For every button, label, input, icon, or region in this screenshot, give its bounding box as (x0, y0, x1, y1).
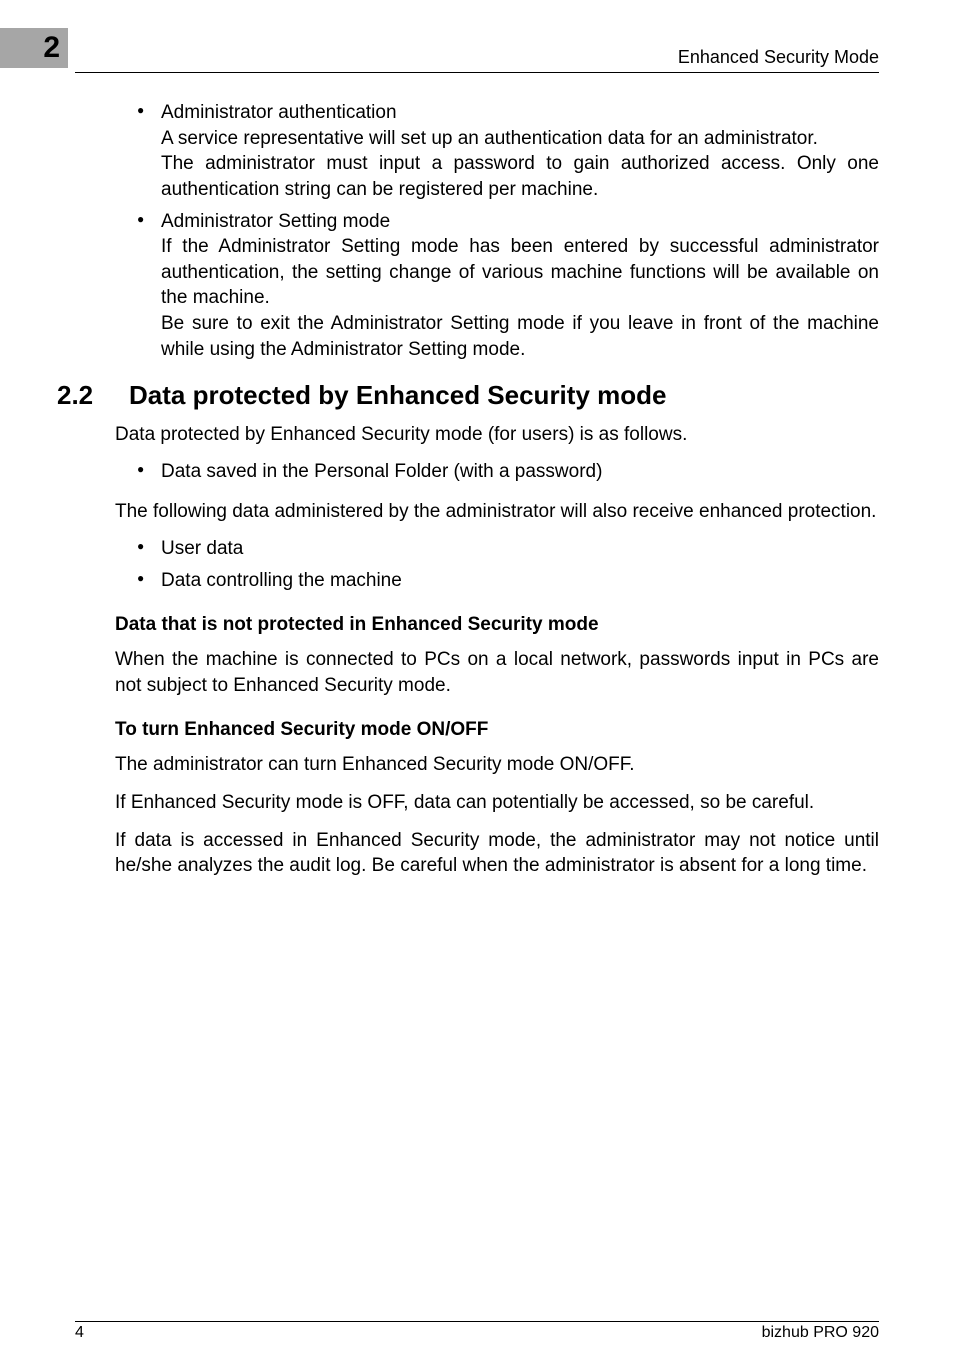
bullet-text: The administrator must input a password … (161, 153, 879, 200)
bullets-users: Data saved in the Personal Folder (with … (137, 459, 879, 485)
heading-2: 2.2 Data protected by Enhanced Security … (57, 378, 879, 413)
paragraph: The following data administered by the a… (115, 499, 879, 525)
bullet-item: Data controlling the machine (137, 568, 879, 594)
bullet-item: Data saved in the Personal Folder (with … (137, 459, 879, 485)
top-bullets: Administrator authentication A service r… (137, 100, 879, 362)
paragraph: The administrator can turn Enhanced Secu… (115, 752, 879, 778)
page-header: 2 Enhanced Security Mode (0, 28, 954, 68)
footer-rule (75, 1321, 879, 1322)
page-footer: 4 bizhub PRO 920 (75, 1324, 879, 1342)
paragraph: Data protected by Enhanced Security mode… (115, 422, 879, 448)
heading-2-title: Data protected by Enhanced Security mode (129, 378, 666, 413)
bullet-text: If the Administrator Setting mode has be… (161, 236, 879, 308)
bullet-text: Be sure to exit the Administrator Settin… (161, 313, 879, 360)
heading-3: To turn Enhanced Security mode ON/OFF (115, 717, 879, 743)
bullet-lead: Administrator authentication (161, 102, 397, 123)
bullets-admin: User data Data controlling the machine (137, 536, 879, 593)
bullet-item: Administrator Setting mode If the Admini… (137, 209, 879, 363)
chapter-number-chip: 2 (0, 28, 68, 68)
paragraph: If data is accessed in Enhanced Security… (115, 828, 879, 879)
paragraph: If Enhanced Security mode is OFF, data c… (115, 790, 879, 816)
section-title: Enhanced Security Mode (678, 47, 879, 68)
paragraph: When the machine is connected to PCs on … (115, 647, 879, 698)
bullet-text: A service representative will set up an … (161, 128, 818, 149)
bullet-item: Administrator authentication A service r… (137, 100, 879, 203)
heading-3: Data that is not protected in Enhanced S… (115, 612, 879, 638)
product-name: bizhub PRO 920 (762, 1324, 879, 1342)
bullet-lead: Administrator Setting mode (161, 211, 390, 232)
page-number: 4 (75, 1324, 84, 1342)
header-rule (75, 72, 879, 73)
page-body: Administrator authentication A service r… (115, 100, 879, 891)
bullet-item: User data (137, 536, 879, 562)
heading-2-number: 2.2 (57, 378, 129, 413)
